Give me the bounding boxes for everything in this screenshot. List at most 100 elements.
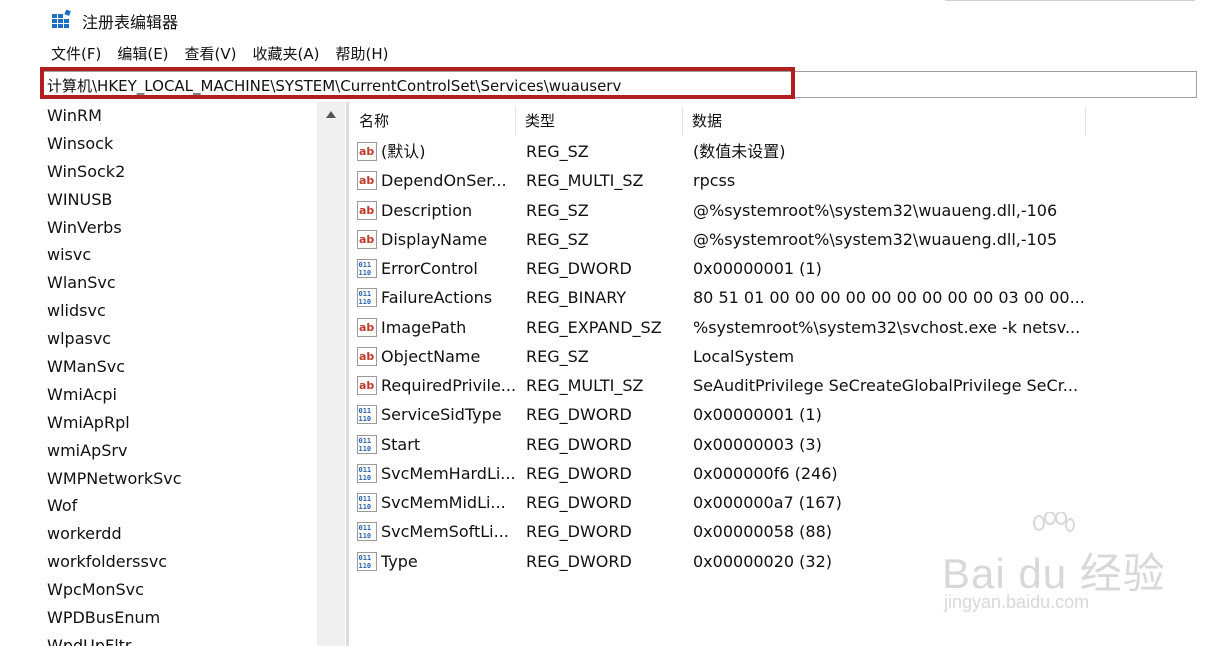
svg-text:110: 110 [359,415,372,423]
window-title: 注册表编辑器 [82,13,179,32]
scroll-up-arrow-icon[interactable] [326,111,336,118]
value-type: REG_DWORD [526,493,632,512]
value-data: (数值未设置) [693,142,786,161]
svg-text:ab: ab [359,145,374,158]
tree-item[interactable]: Wof [41,492,346,520]
tree-item[interactable]: WinSock2 [41,158,346,186]
string-value-icon: ab [357,346,377,366]
tree-item[interactable]: WINUSB [41,186,346,214]
binary-value-icon: 011 110 [357,288,377,308]
value-data: LocalSystem [693,346,795,366]
svg-text:ab: ab [359,379,374,392]
tree-item[interactable]: workerdd [41,520,346,548]
menu-file[interactable]: 文件(F) [46,43,106,65]
menu-edit[interactable]: 编辑(E) [112,43,173,65]
tree-item[interactable]: wmiApSrv [41,437,346,465]
tree-item[interactable]: WpcMonSvc [41,576,346,604]
value-row[interactable]: 011 110 SvcMemSoftLi... REG_DWORD 0x00000058… [350,517,1229,546]
value-name: ErrorControl [381,259,478,278]
value-type: REG_SZ [526,229,589,249]
tree-item[interactable]: WinVerbs [41,214,346,242]
pane-splitter[interactable] [346,102,349,646]
value-name: ServiceSidType [381,405,502,425]
key-tree-pane: WinRM Winsock WinSock2 WINUSB WinVerbs wisvc W… [41,102,346,646]
string-value-icon: ab [357,229,377,249]
menu-view[interactable]: 查看(V) [180,43,242,65]
tree-item[interactable]: WPDBusEnum [41,604,346,632]
address-path[interactable]: 计算机\HKEY_LOCAL_MACHINE\SYSTEM\CurrentCon… [47,75,621,96]
tree-item[interactable]: WlanSvc [41,269,346,297]
tree-item[interactable]: wisvc [41,241,346,269]
value-type: REG_MULTI_SZ [526,171,644,191]
string-value-icon: ab [357,142,377,161]
window-edge-divider [945,0,1195,1]
svg-text:011: 011 [359,495,372,503]
tree-item[interactable]: workfolderssvc [41,548,346,576]
menu-help[interactable]: 帮助(H) [330,43,393,65]
value-row[interactable]: 011 110 Start REG_DWORD 0x00000003 (3) [350,430,1229,459]
value-row[interactable]: ab DependOnSer... REG_MULTI_SZ rpcss [350,166,1229,195]
value-data: 0x000000f6 (246) [693,463,838,483]
value-data: %systemroot%\system32\svchost.exe -k net… [693,317,1081,337]
svg-text:110: 110 [359,269,372,277]
value-row[interactable]: ab (默认) REG_SZ (数值未设置) [350,137,1229,166]
svg-text:ab: ab [359,174,374,187]
tree-item[interactable]: wlidsvc [41,297,346,325]
value-type: REG_BINARY [526,288,627,308]
value-name: DisplayName [381,229,488,249]
title-bar: 注册表编辑器 [0,0,1229,38]
svg-text:110: 110 [359,298,372,306]
binary-value-icon: 011 110 [357,434,377,454]
value-row[interactable]: 011 110 ServiceSidType REG_DWORD 0x00000001 … [350,400,1229,429]
value-type: REG_DWORD [526,434,632,454]
tree-item[interactable]: WinRM [41,102,346,130]
column-header-data[interactable]: 数据 [683,106,1086,136]
value-name: SvcMemMidLi... [381,493,506,512]
value-name: ObjectName [381,346,481,366]
tree-item[interactable]: WpdUpFltr [41,632,346,646]
value-row[interactable]: 011 110 SvcMemMidLi... REG_DWORD 0x000000a7 … [350,488,1229,517]
address-bar[interactable]: 计算机\HKEY_LOCAL_MACHINE\SYSTEM\CurrentCon… [41,71,1197,98]
tree-item[interactable]: Winsock [41,130,346,158]
value-row[interactable]: 011 110 ErrorControl REG_DWORD 0x00000001 (1… [350,254,1229,283]
svg-text:110: 110 [359,445,372,453]
svg-text:011: 011 [359,524,372,532]
value-row[interactable]: 011 110 SvcMemHardLi... REG_DWORD 0x000000f6… [350,459,1229,488]
tree-item[interactable]: WmiApRpl [41,409,346,437]
value-type: REG_SZ [526,142,589,161]
tree-item[interactable]: WManSvc [41,353,346,381]
value-row[interactable]: ab ImagePath REG_EXPAND_SZ %systemroot%\sys… [350,313,1229,342]
svg-text:011: 011 [359,466,372,474]
value-name: SvcMemHardLi... [381,463,516,483]
value-row[interactable]: ab RequiredPrivile... REG_MULTI_SZ SeAuditP… [350,371,1229,400]
binary-value-icon: 011 110 [357,493,377,512]
value-type: REG_DWORD [526,463,632,483]
value-name: Start [381,434,421,454]
svg-text:110: 110 [359,503,372,511]
value-row[interactable]: 011 110 Type REG_DWORD 0x00000020 (32) [350,547,1229,576]
value-name: RequiredPrivile... [381,376,516,395]
value-data: 0x00000020 (32) [693,551,833,571]
value-row[interactable]: 011 110 FailureActions REG_BINARY 80 51 01 0… [350,283,1229,312]
value-row[interactable]: ab Description REG_SZ @%systemroot%\system3… [350,196,1229,225]
binary-value-icon: 011 110 [357,522,377,542]
svg-text:ab: ab [359,350,374,363]
svg-text:011: 011 [359,261,372,269]
binary-value-icon: 011 110 [357,551,377,571]
svg-text:011: 011 [359,407,372,415]
value-row[interactable]: ab ObjectName REG_SZ LocalSystem [350,342,1229,371]
menu-favorites[interactable]: 收藏夹(A) [248,43,325,65]
tree-item[interactable]: WmiAcpi [41,381,346,409]
column-header-name[interactable]: 名称 [350,106,516,136]
tree-item[interactable]: wlpasvc [41,325,346,353]
value-row[interactable]: ab DisplayName REG_SZ @%systemroot%\system3… [350,225,1229,254]
tree-item[interactable]: WMPNetworkSvc [41,465,346,493]
svg-text:011: 011 [359,554,372,562]
column-header-type[interactable]: 类型 [516,106,683,136]
svg-text:110: 110 [359,474,372,482]
values-pane: 名称 类型 数据 ab (默认) REG_SZ (数值未设置) ab DependOnSe… [350,102,1229,646]
value-name: Description [381,200,473,220]
value-type: REG_DWORD [526,405,632,425]
tree-scrollbar[interactable] [317,102,345,646]
value-type: REG_DWORD [526,551,632,571]
